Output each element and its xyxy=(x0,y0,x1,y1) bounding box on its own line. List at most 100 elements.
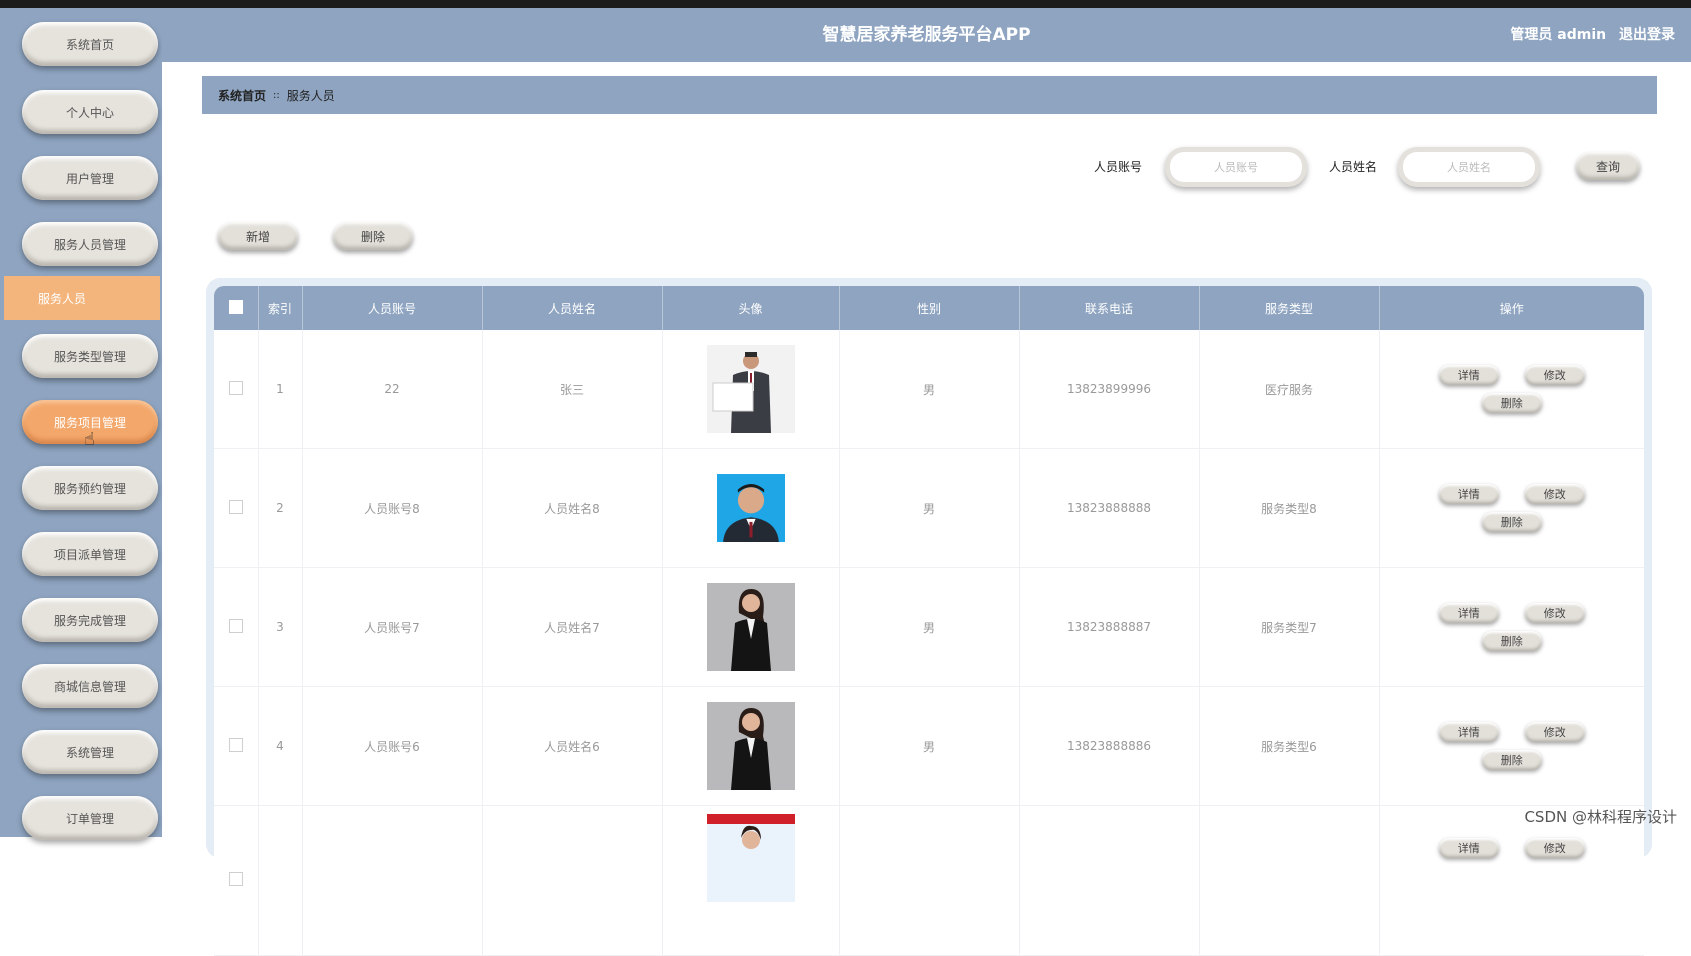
sidebar-item-staff-management[interactable]: 服务人员管理 xyxy=(22,222,158,266)
avatar-woman-business-suit xyxy=(706,583,795,671)
cell-service-type: 服务类型6 xyxy=(1199,686,1380,806)
row-actions: 详情 修改 删除 xyxy=(1432,722,1592,770)
account-search-label: 人员账号 xyxy=(1094,160,1143,174)
breadcrumb-home[interactable]: 系统首页 xyxy=(218,87,266,104)
row-actions: 详情 修改 xyxy=(1432,838,1592,858)
window-top-strip xyxy=(0,0,1691,8)
cell-name: 人员姓名7 xyxy=(482,567,663,687)
row-select-cell xyxy=(214,686,259,806)
column-header-actions: 操作 xyxy=(1379,286,1644,330)
query-button[interactable]: 查询 xyxy=(1576,152,1640,180)
cell-avatar xyxy=(662,448,840,568)
breadcrumb: 系统首页 :: 服务人员 xyxy=(202,76,1657,114)
row-checkbox[interactable] xyxy=(228,380,243,395)
sidebar-item-system-management[interactable]: 系统管理 xyxy=(22,730,158,774)
cell-service-type: 医疗服务 xyxy=(1199,330,1380,449)
column-header-gender: 性别 xyxy=(839,286,1020,330)
detail-button[interactable]: 详情 xyxy=(1438,838,1499,858)
row-checkbox[interactable] xyxy=(228,872,243,886)
sidebar-item-appointment-management[interactable]: 服务预约管理 xyxy=(22,466,158,510)
cell-avatar xyxy=(662,686,840,806)
watermark: CSDN @林科程序设计 xyxy=(1524,808,1677,826)
sidebar-item-mall-info-management[interactable]: 商城信息管理 xyxy=(22,664,158,708)
delete-button[interactable]: 删除 xyxy=(1481,512,1542,532)
cell-index: 1 xyxy=(258,330,303,449)
cell-phone: 13823899996 xyxy=(1019,330,1200,449)
edit-button[interactable]: 修改 xyxy=(1524,722,1585,742)
cell-actions: 详情 修改 删除 xyxy=(1379,448,1644,568)
header: 智慧居家养老服务平台APP 管理员 admin 退出登录 xyxy=(162,8,1691,62)
table-row: 4 人员账号6 人员姓名6 男 13823888886 服务类型6 详情 修改 xyxy=(214,686,1644,806)
table-header-row: 索引 人员账号 人员姓名 头像 性别 联系电话 服务类型 操作 xyxy=(214,286,1644,330)
add-button[interactable]: 新增 xyxy=(218,222,298,250)
delete-button[interactable]: 删除 xyxy=(1481,631,1542,651)
cell-name: 人员姓名6 xyxy=(482,686,663,806)
row-select-cell xyxy=(214,805,259,956)
sidebar-item-personal-center[interactable]: 个人中心 xyxy=(22,90,158,134)
column-header-index: 索引 xyxy=(258,286,303,330)
row-select-cell xyxy=(214,567,259,687)
sidebar-item-completion-management[interactable]: 服务完成管理 xyxy=(22,598,158,642)
row-checkbox[interactable] xyxy=(228,737,243,752)
cell-index: 2 xyxy=(258,448,303,568)
breadcrumb-current: 服务人员 xyxy=(286,88,335,103)
cell-phone: 13823888887 xyxy=(1019,567,1200,687)
sidebar-item-order-management[interactable]: 订单管理 xyxy=(22,796,158,840)
row-actions: 详情 修改 删除 xyxy=(1432,365,1592,413)
column-header-phone: 联系电话 xyxy=(1019,286,1200,330)
cell-gender: 男 xyxy=(839,330,1020,449)
app-title: 智慧居家养老服务平台APP xyxy=(822,25,1031,45)
row-checkbox[interactable] xyxy=(228,499,243,514)
cell-account: 22 xyxy=(302,330,483,449)
detail-button[interactable]: 详情 xyxy=(1438,365,1499,385)
cell-avatar xyxy=(662,330,840,449)
cell-index: 4 xyxy=(258,686,303,806)
row-checkbox[interactable] xyxy=(228,618,243,633)
sidebar-item-home[interactable]: 系统首页 xyxy=(22,22,158,66)
avatar-man-holding-sign xyxy=(706,345,795,433)
edit-button[interactable]: 修改 xyxy=(1524,365,1585,385)
detail-button[interactable]: 详情 xyxy=(1438,722,1499,742)
avatar-woman-business-suit xyxy=(706,702,795,790)
detail-button[interactable]: 详情 xyxy=(1438,484,1499,504)
cell-phone: 13823888886 xyxy=(1019,686,1200,806)
search-bar: 人员账号 人员姓名 查询 xyxy=(0,150,1691,184)
staff-table: 索引 人员账号 人员姓名 头像 性别 联系电话 服务类型 操作 1 22 张三 xyxy=(214,286,1644,956)
table-row: 2 人员账号8 人员姓名8 男 13823888888 服务类型8 详情 修改 … xyxy=(214,448,1644,568)
cell-avatar xyxy=(662,567,840,687)
cell-index: 3 xyxy=(258,567,303,687)
edit-button[interactable]: 修改 xyxy=(1524,838,1585,858)
delete-button[interactable]: 删除 xyxy=(1481,393,1542,413)
cell-actions: 详情 修改 xyxy=(1379,805,1644,956)
cell-service-type: 服务类型8 xyxy=(1199,448,1380,568)
table-row: 1 22 张三 男 13823899996 医疗服务 详情 修改 删除 xyxy=(214,330,1644,449)
cell-account: 人员账号8 xyxy=(302,448,483,568)
cell-name xyxy=(482,805,663,956)
user-area: 管理员 admin 退出登录 xyxy=(1502,8,1675,62)
breadcrumb-separator: :: xyxy=(273,89,280,101)
cell-account: 人员账号6 xyxy=(302,686,483,806)
sidebar-subitem-staff[interactable]: 服务人员 xyxy=(4,276,160,320)
cell-phone: 13823888888 xyxy=(1019,448,1200,568)
name-search-input[interactable] xyxy=(1403,152,1535,182)
cell-name: 张三 xyxy=(482,330,663,449)
column-header-name: 人员姓名 xyxy=(482,286,663,330)
batch-delete-button[interactable]: 删除 xyxy=(333,222,413,250)
edit-button[interactable]: 修改 xyxy=(1524,484,1585,504)
admin-label: 管理员 admin xyxy=(1510,27,1607,43)
logout-link[interactable]: 退出登录 xyxy=(1619,27,1675,43)
row-select-cell xyxy=(214,448,259,568)
cell-gender xyxy=(839,805,1020,956)
edit-button[interactable]: 修改 xyxy=(1524,603,1585,623)
sidebar-item-service-type-management[interactable]: 服务类型管理 xyxy=(22,334,158,378)
sidebar-item-dispatch-management[interactable]: 项目派单管理 xyxy=(22,532,158,576)
sidebar: 系统首页 个人中心 用户管理 服务人员管理 服务人员 服务类型管理 服务项目管理… xyxy=(0,8,162,840)
detail-button[interactable]: 详情 xyxy=(1438,603,1499,623)
account-search-input[interactable] xyxy=(1170,152,1302,182)
delete-button[interactable]: 删除 xyxy=(1481,750,1542,770)
row-actions: 详情 修改 删除 xyxy=(1432,484,1592,532)
select-all-checkbox[interactable] xyxy=(228,299,243,314)
cell-gender: 男 xyxy=(839,448,1020,568)
cell-actions: 详情 修改 删除 xyxy=(1379,567,1644,687)
cell-actions: 详情 修改 删除 xyxy=(1379,686,1644,806)
